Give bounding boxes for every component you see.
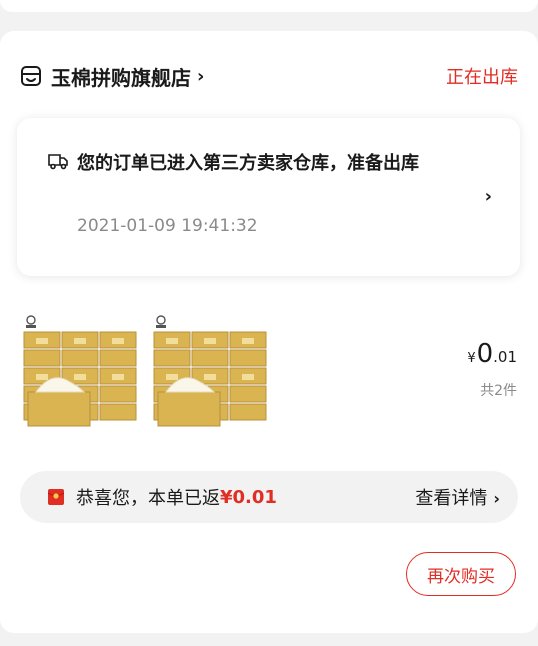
shop-name[interactable]: 玉棉拼购旗舰店 [51,62,191,91]
cashback-banner[interactable]: 恭喜您，本单已返 ¥0.01 查看详情 › [20,471,518,523]
view-details-label[interactable]: 查看详情 [415,488,487,509]
rebuy-button[interactable]: 再次购买 [406,552,516,596]
chevron-right-icon: › [484,186,492,207]
previous-card-bottom [0,0,538,12]
chevron-right-icon: › [493,489,500,508]
order-price: ¥ 0 .01 [467,340,517,368]
shop-header[interactable]: 玉棉拼购旗舰店 › 正在出库 [20,60,518,92]
cashback-text: 恭喜您，本单已返 [76,488,220,509]
truck-icon [47,152,69,170]
logistics-message: 您的订单已进入第三方卖家仓库，准备出库 [77,153,419,174]
view-details-link[interactable]: 查看详情 › [415,484,500,510]
price-decimal: .01 [493,348,517,366]
logistics-time: 2021-01-09 19:41:32 [77,216,258,236]
item-count: 共2件 [480,383,517,399]
product-image[interactable] [152,312,270,430]
shop-icon [20,65,42,87]
product-image[interactable] [22,312,140,430]
cashback-amount: ¥0.01 [220,486,277,508]
chevron-right-icon: › [197,65,205,87]
price-currency: ¥ [467,351,476,366]
price-integer: 0 [476,339,494,369]
logistics-card[interactable]: 您的订单已进入第三方卖家仓库，准备出库 2021-01-09 19:41:32 … [17,118,520,276]
red-packet-icon [47,489,65,505]
order-status: 正在出库 [446,67,518,88]
